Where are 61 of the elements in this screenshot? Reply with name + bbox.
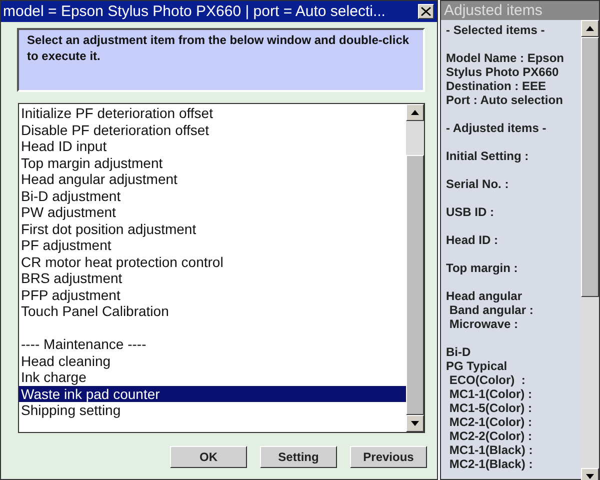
list-item[interactable]: Ink charge — [19, 369, 406, 386]
list-item[interactable]: Head cleaning — [19, 352, 406, 369]
list-item[interactable]: CR motor heat protection control — [19, 254, 406, 270]
info-line: MC1-1(Black) : — [448, 443, 534, 457]
scroll-up-button[interactable] — [406, 104, 424, 121]
info-line: MC1-5(Color) : — [448, 401, 533, 415]
info-line: PG Typical — [446, 359, 508, 373]
scroll-up-button[interactable] — [581, 20, 599, 37]
info-line: Model Name : Epson — [446, 51, 566, 65]
list-item[interactable]: Disable PF deterioration offset — [19, 122, 406, 138]
info-line: Microwave : — [448, 317, 520, 331]
info-line: Initial Setting : — [446, 149, 530, 163]
info-line: MC2-1(Color) : — [448, 415, 533, 429]
info-line: Head angular — [446, 289, 524, 303]
info-line: Stylus Photo PX660 — [446, 65, 560, 79]
close-button[interactable] — [418, 4, 434, 19]
info-line: Head ID : — [446, 233, 500, 247]
info-line: MC2-1(Black) : — [448, 457, 534, 471]
info-line: Port : Auto selection — [446, 93, 564, 107]
list-item[interactable]: PFP adjustment — [19, 286, 406, 303]
list-item[interactable]: Bi-D adjustment — [19, 188, 406, 204]
info-line: ECO(Color) : — [448, 373, 526, 387]
list-item[interactable]: Head ID input — [19, 138, 406, 154]
info-line: USB ID : — [446, 205, 495, 219]
panel-title: Adjusted items — [441, 1, 599, 20]
list-item[interactable]: First dot position adjustment — [19, 220, 406, 237]
list-item[interactable]: BRS adjustment — [19, 270, 406, 286]
list-item[interactable]: Head angular adjustment — [19, 171, 406, 188]
info-line: Band angular : — [448, 303, 534, 317]
info-line: MC2-2(Color) : — [448, 429, 533, 443]
close-icon — [421, 7, 431, 16]
info-line: Serial No. : — [446, 177, 510, 191]
up-arrow-icon — [586, 26, 594, 31]
list-item[interactable]: Top margin adjustment — [19, 154, 406, 171]
scroll-thumb[interactable] — [406, 155, 424, 415]
list-item[interactable]: Shipping setting — [19, 402, 406, 418]
instruction-text: Select an adjustment item from the below window and double-click to execute it. — [17, 28, 425, 92]
list-item[interactable]: Waste ink pad counter — [19, 386, 406, 402]
list-item[interactable]: Initialize PF deterioration offset — [19, 105, 406, 122]
scroll-down-button[interactable] — [581, 468, 599, 480]
info-line: - Adjusted items - — [446, 121, 548, 135]
up-arrow-icon — [411, 110, 419, 115]
down-arrow-icon — [586, 474, 594, 479]
down-arrow-icon — [411, 421, 419, 426]
list-item[interactable]: Touch Panel Calibration — [19, 303, 406, 320]
info-line: Destination : EEE — [446, 79, 548, 93]
info-line: - Selected items - — [446, 23, 546, 37]
info-line: Bi-D — [446, 345, 472, 359]
scrollbar[interactable] — [581, 20, 599, 480]
scroll-down-button[interactable] — [406, 415, 424, 432]
ok-button[interactable]: OK — [170, 446, 247, 468]
scrollbar[interactable] — [406, 104, 424, 432]
setting-button[interactable]: Setting — [260, 446, 337, 468]
info-line: Top margin : — [446, 261, 519, 275]
list-item[interactable]: PW adjustment — [19, 204, 406, 220]
previous-button[interactable]: Previous — [350, 446, 427, 468]
window-title: model = Epson Stylus Photo PX660 | port = Auto selecti... — [3, 3, 386, 20]
list-item[interactable]: ---- Maintenance ---- — [19, 336, 406, 352]
scroll-thumb[interactable] — [581, 37, 599, 297]
info-line: MC1-1(Color) : — [448, 387, 533, 401]
list-item[interactable]: PF adjustment — [19, 237, 406, 254]
